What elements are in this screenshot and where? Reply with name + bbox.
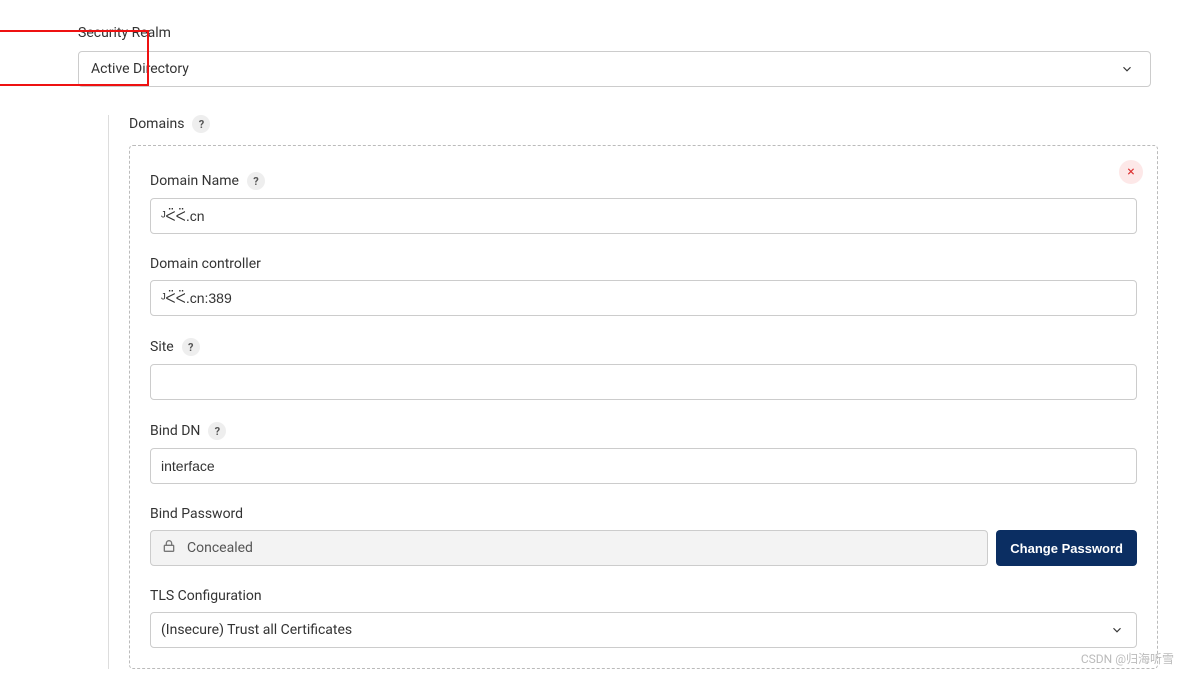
change-password-button[interactable]: Change Password bbox=[996, 530, 1137, 566]
help-icon[interactable]: ? bbox=[182, 338, 200, 356]
tls-config-select[interactable]: (Insecure) Trust all Certificates bbox=[150, 612, 1137, 648]
domain-name-label: Domain Name bbox=[150, 173, 239, 189]
help-icon[interactable]: ? bbox=[247, 172, 265, 190]
tls-config-label: TLS Configuration bbox=[150, 588, 262, 604]
bind-password-display: Concealed bbox=[150, 530, 988, 566]
help-icon[interactable]: ? bbox=[208, 422, 226, 440]
site-label: Site bbox=[150, 339, 174, 355]
bind-dn-label: Bind DN bbox=[150, 423, 200, 439]
remove-domain-button[interactable]: × bbox=[1119, 160, 1143, 184]
tls-config-value: (Insecure) Trust all Certificates bbox=[161, 622, 352, 638]
domain-controller-input[interactable] bbox=[150, 280, 1137, 316]
bind-dn-input[interactable] bbox=[150, 448, 1137, 484]
site-input[interactable] bbox=[150, 364, 1137, 400]
security-realm-value: Active Directory bbox=[91, 61, 189, 77]
close-icon: × bbox=[1127, 164, 1134, 180]
bind-password-label: Bind Password bbox=[150, 506, 243, 522]
bind-password-value: Concealed bbox=[187, 540, 253, 556]
domain-controller-label: Domain controller bbox=[150, 256, 261, 272]
chevron-down-icon bbox=[1110, 623, 1124, 637]
help-icon[interactable]: ? bbox=[192, 115, 210, 133]
chevron-down-icon bbox=[1120, 62, 1134, 76]
domains-heading: Domains bbox=[129, 116, 184, 132]
domain-group: × Domain Name ? Domain controller Site ? bbox=[129, 145, 1158, 669]
security-realm-select[interactable]: Active Directory bbox=[78, 51, 1151, 87]
security-realm-label: Security Realm bbox=[78, 25, 1164, 41]
lock-icon bbox=[161, 538, 177, 558]
domain-name-input[interactable] bbox=[150, 198, 1137, 234]
